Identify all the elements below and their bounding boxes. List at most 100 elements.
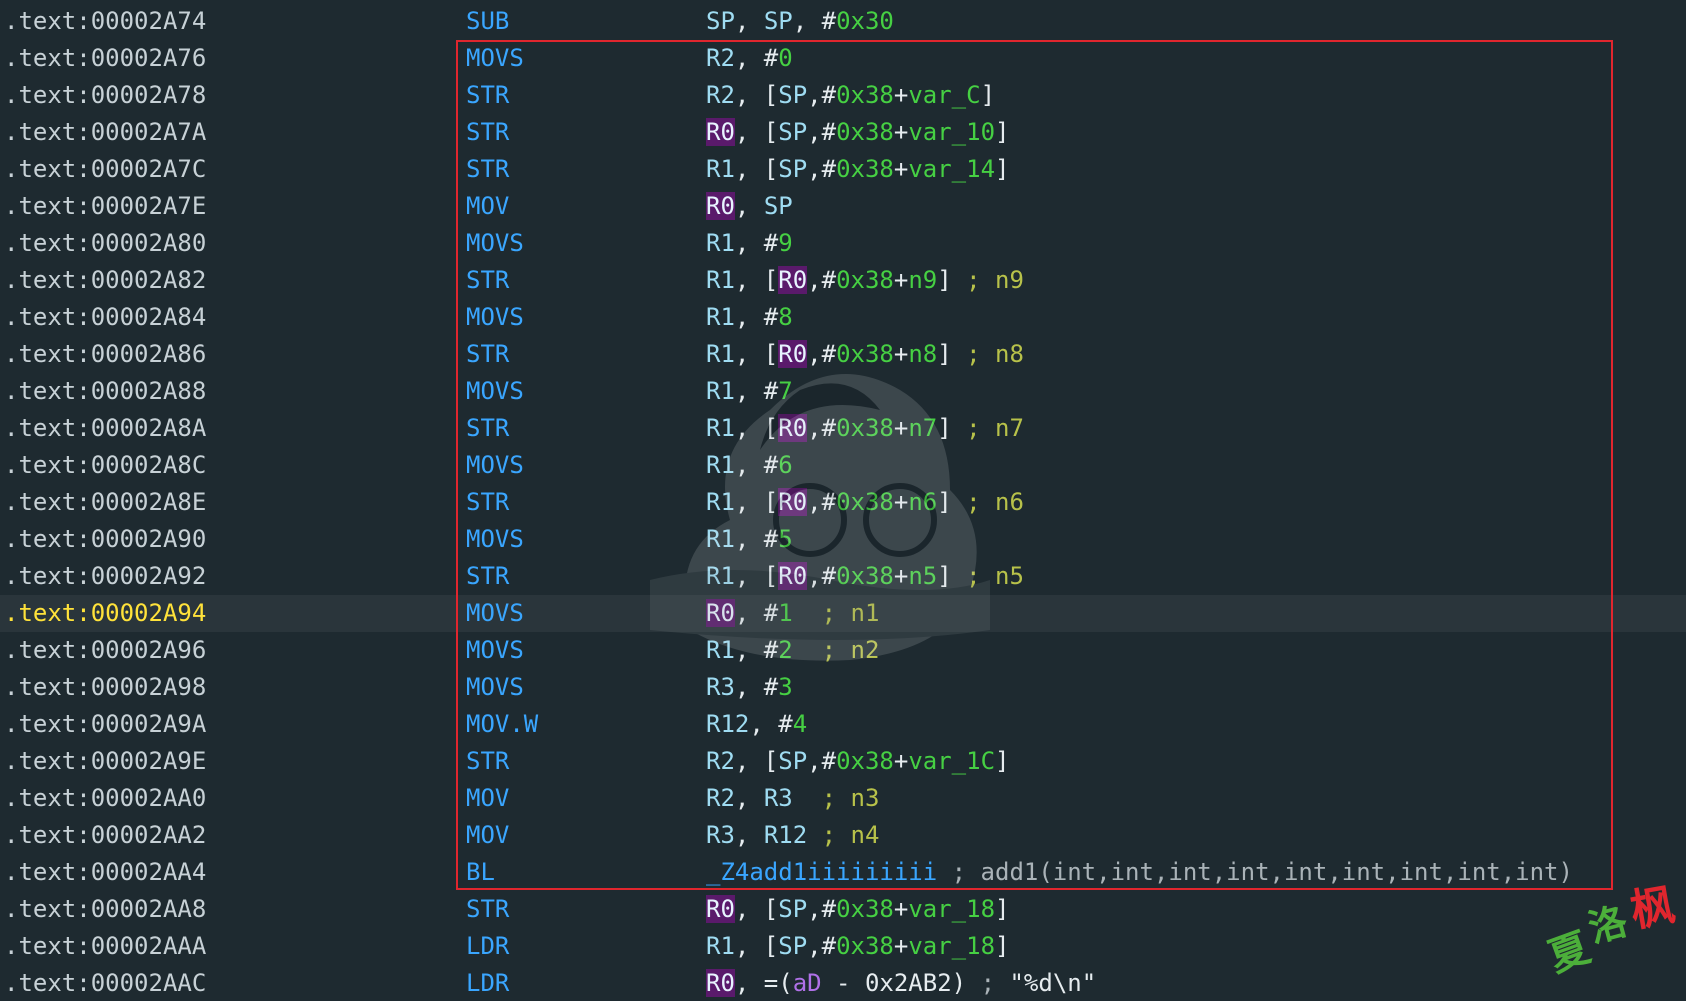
mnemonic[interactable]: STR [466,891,509,928]
mnemonic[interactable]: STR [466,262,509,299]
mnemonic[interactable]: MOVS [466,632,524,669]
address-label[interactable]: .text:00002A9E [4,743,206,780]
register-operand[interactable]: R3 [706,821,735,849]
address-label[interactable]: .text:00002AA2 [4,817,206,854]
register-operand[interactable]: R1 [706,562,735,590]
mnemonic[interactable]: MOV.W [466,706,538,743]
register-operand[interactable]: R2 [706,44,735,72]
address-label[interactable]: .text:00002A7E [4,188,206,225]
stack-variable[interactable]: var_14 [908,155,995,183]
register-operand[interactable]: R1 [706,451,735,479]
stack-variable[interactable]: var_10 [908,118,995,146]
address-label[interactable]: .text:00002A96 [4,632,206,669]
instruction-row[interactable]: .text:00002A98 MOVS R3, #3 [0,669,1686,706]
register-operand[interactable]: SP [778,895,807,923]
address-label[interactable]: .text:00002AA0 [4,780,206,817]
register-operand[interactable]: R0 [778,562,808,590]
mnemonic[interactable]: STR [466,743,509,780]
register-operand[interactable]: R1 [706,932,735,960]
mnemonic[interactable]: MOVS [466,521,524,558]
mnemonic[interactable]: LDR [466,965,509,1001]
address-label[interactable]: .text:00002A9A [4,706,206,743]
mnemonic[interactable]: MOV [466,817,509,854]
instruction-row[interactable]: .text:00002AA4 BL _Z4add1iiiiiiiii ; add1(… [0,854,1686,891]
address-label[interactable]: .text:00002A98 [4,669,206,706]
stack-variable[interactable]: n9 [908,266,937,294]
register-operand[interactable]: R2 [706,784,735,812]
address-label[interactable]: .text:00002A74 [4,3,206,40]
register-operand[interactable]: R1 [706,266,735,294]
address-label[interactable]: .text:00002A94 [4,595,206,632]
mnemonic[interactable]: BL [466,854,495,891]
register-operand[interactable]: SP [764,192,793,220]
stack-variable[interactable]: n6 [908,488,937,516]
instruction-row[interactable]: .text:00002A7C STR R1, [SP,#0x38+var_14] [0,151,1686,188]
address-label[interactable]: .text:00002A8A [4,410,206,447]
register-operand[interactable]: R2 [706,747,735,775]
stack-variable[interactable]: n5 [908,562,937,590]
stack-variable[interactable]: var_18 [908,895,995,923]
instruction-row[interactable]: .text:00002A92 STR R1, [R0,#0x38+n5] ; n5 [0,558,1686,595]
address-label[interactable]: .text:00002AA4 [4,854,206,891]
register-operand[interactable]: R1 [706,303,735,331]
symbol-reference[interactable]: _Z4add1iiiiiiiii [706,858,937,886]
mnemonic[interactable]: MOVS [466,225,524,262]
mnemonic[interactable]: SUB [466,3,509,40]
stack-variable[interactable]: n7 [908,414,937,442]
instruction-row[interactable]: .text:00002AAA LDR R1, [SP,#0x38+var_18] [0,928,1686,965]
instruction-row[interactable]: .text:00002A78 STR R2, [SP,#0x38+var_C] [0,77,1686,114]
instruction-row[interactable]: .text:00002AA0 MOV R2, R3 ; n3 [0,780,1686,817]
address-label[interactable]: .text:00002A7C [4,151,206,188]
register-operand[interactable]: SP [778,155,807,183]
instruction-row[interactable]: .text:00002A86 STR R1, [R0,#0x38+n8] ; n8 [0,336,1686,373]
instruction-row[interactable]: .text:00002A74 SUB SP, SP, #0x30 [0,3,1686,40]
mnemonic[interactable]: MOV [466,780,509,817]
instruction-row[interactable]: .text:00002A76 MOVS R2, #0 [0,40,1686,77]
instruction-row[interactable]: .text:00002A8E STR R1, [R0,#0x38+n6] ; n6 [0,484,1686,521]
address-label[interactable]: .text:00002A92 [4,558,206,595]
instruction-row[interactable]: .text:00002A82 STR R1, [R0,#0x38+n9] ; n9 [0,262,1686,299]
instruction-row[interactable]: .text:00002A9E STR R2, [SP,#0x38+var_1C] [0,743,1686,780]
disassembly-listing[interactable]: .text:00002A74 SUB SP, SP, #0x30 .text:0000… [0,3,1686,1001]
address-label[interactable]: .text:00002A88 [4,373,206,410]
address-label[interactable]: .text:00002A8C [4,447,206,484]
address-label[interactable]: .text:00002A78 [4,77,206,114]
mnemonic[interactable]: STR [466,336,509,373]
register-operand[interactable]: R0 [778,488,808,516]
register-operand[interactable]: R1 [706,155,735,183]
register-operand[interactable]: R0 [778,340,808,368]
stack-variable[interactable]: var_C [908,81,980,109]
register-operand[interactable]: R1 [706,414,735,442]
address-label[interactable]: .text:00002AAA [4,928,206,965]
register-operand[interactable]: R3 [706,673,735,701]
register-operand[interactable]: R0 [706,895,735,923]
stack-variable[interactable]: n8 [908,340,937,368]
instruction-row[interactable]: .text:00002A9A MOV.W R12, #4 [0,706,1686,743]
register-operand[interactable]: R1 [706,340,735,368]
register-operand[interactable]: R0 [706,599,735,627]
address-label[interactable]: .text:00002A84 [4,299,206,336]
mnemonic[interactable]: STR [466,114,509,151]
instruction-row[interactable]: .text:00002A96 MOVS R1, #2 ; n2 [0,632,1686,669]
register-operand[interactable]: SP [778,747,807,775]
register-operand[interactable]: SP [778,118,807,146]
instruction-row[interactable]: .text:00002A94 MOVS R0, #1 ; n1 [0,595,1686,632]
address-label[interactable]: .text:00002A90 [4,521,206,558]
mnemonic[interactable]: STR [466,558,509,595]
instruction-row[interactable]: .text:00002AA2 MOV R3, R12 ; n4 [0,817,1686,854]
register-operand[interactable]: R12 [764,821,807,849]
mnemonic[interactable]: MOVS [466,40,524,77]
mnemonic[interactable]: MOVS [466,669,524,706]
mnemonic[interactable]: STR [466,410,509,447]
address-label[interactable]: .text:00002AA8 [4,891,206,928]
register-operand[interactable]: SP [778,81,807,109]
address-label[interactable]: .text:00002A76 [4,40,206,77]
register-operand[interactable]: R0 [706,118,735,146]
register-operand[interactable]: R1 [706,525,735,553]
mnemonic[interactable]: STR [466,151,509,188]
register-operand[interactable]: R0 [706,969,735,997]
register-operand[interactable]: R0 [778,414,808,442]
address-label[interactable]: .text:00002A7A [4,114,206,151]
register-operand[interactable]: SP [778,932,807,960]
register-operand[interactable]: R2 [706,81,735,109]
